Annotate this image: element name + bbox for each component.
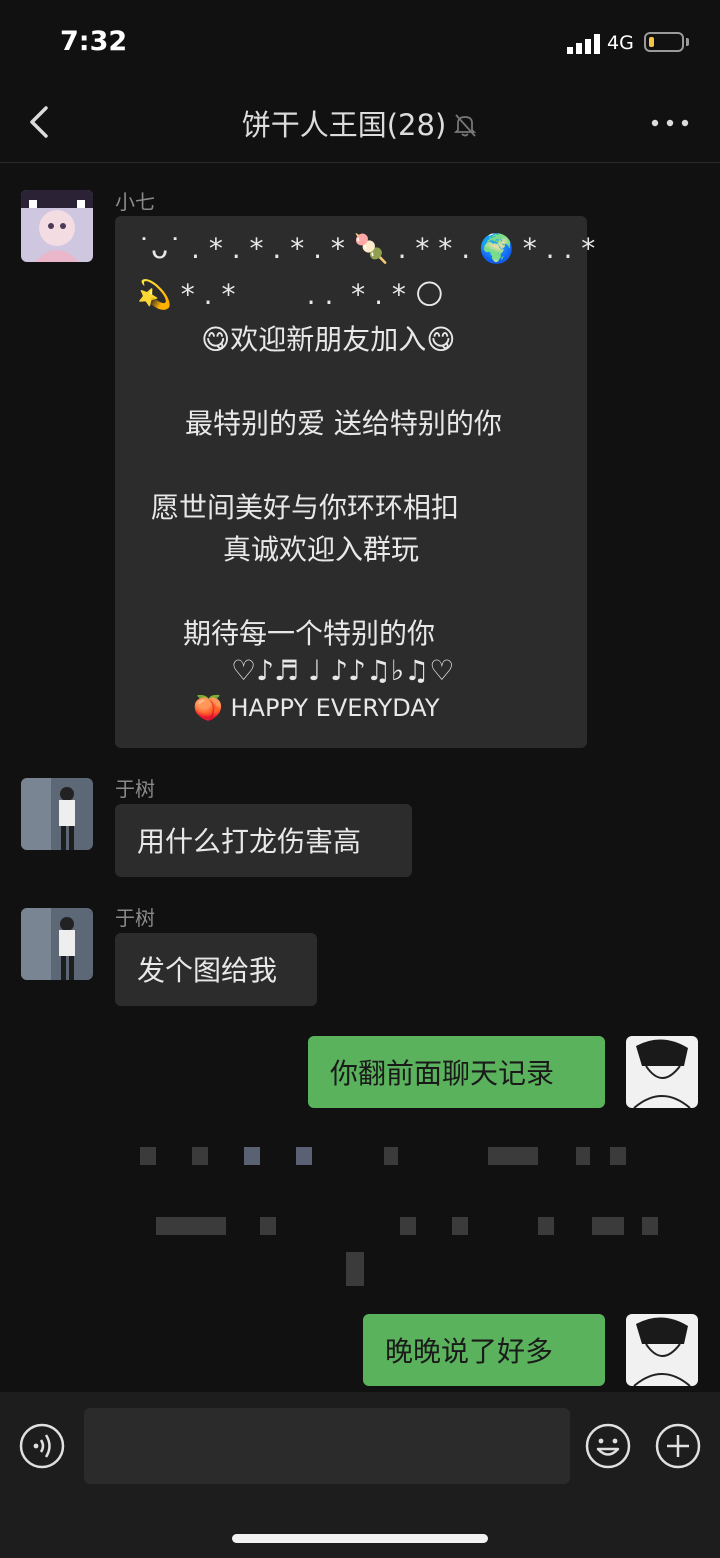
outgoing-message-bubble[interactable]: 你翻前面聊天记录 <box>308 1036 605 1108</box>
message-bubble[interactable]: 发个图给我 <box>115 933 317 1006</box>
avatar-xiaoqi[interactable] <box>21 190 93 262</box>
message-line: 真诚欢迎入群玩 <box>223 533 420 566</box>
emoji-icon[interactable] <box>584 1422 632 1470</box>
sender-name: 于树 <box>115 906 155 930</box>
blurred-content <box>346 1252 366 1286</box>
message-input[interactable] <box>84 1408 570 1484</box>
message-line: ˙ᴗ˙ . * . * . * . * 🍡 . * * . 🌍 * . . * <box>137 232 596 265</box>
message-line: 最特别的爱 送给特别的你 <box>185 407 502 440</box>
message-bubble[interactable]: 用什么打龙伤害高 <box>115 804 412 877</box>
status-bar: 7:32 4G <box>0 0 720 80</box>
avatar-me[interactable] <box>626 1036 698 1108</box>
welcome-message-bubble[interactable]: ˙ᴗ˙ . * . * . * . * 🍡 . * * . 🌍 * . . * … <box>115 216 595 748</box>
message-line: 🍑 HAPPY EVERYDAY <box>193 694 440 722</box>
plus-icon[interactable] <box>654 1422 702 1470</box>
voice-icon[interactable] <box>18 1422 66 1470</box>
home-indicator <box>232 1534 488 1543</box>
battery-icon <box>644 32 684 52</box>
message-line: 💫 * . * . . * . * 🌕 <box>137 278 444 311</box>
outgoing-message-bubble[interactable]: 晚晚说了好多 <box>363 1314 605 1386</box>
chat-title-text: 饼干人王国(28) <box>241 108 447 142</box>
mute-bell-icon <box>454 114 477 137</box>
signal-icon <box>567 34 600 54</box>
message-line: 😋欢迎新朋友加入😋 <box>201 323 456 356</box>
avatar-yushu[interactable] <box>21 778 93 850</box>
message-line: ♡♪♬ ♩ ♪♪♫♭♫♡ <box>231 654 455 687</box>
message-line: 期待每一个特别的你 <box>183 617 436 650</box>
status-time: 7:32 <box>60 26 128 57</box>
sender-name: 于树 <box>115 777 155 801</box>
message-line: 愿世间美好与你环环相扣 <box>151 491 460 524</box>
network-type: 4G <box>607 32 634 54</box>
battery-tip <box>686 38 689 46</box>
sender-name: 小七 <box>115 190 155 214</box>
chat-title: 饼干人王国(28) <box>0 102 720 144</box>
more-icon[interactable] <box>650 118 690 128</box>
avatar-me[interactable] <box>626 1314 698 1386</box>
blurred-content <box>104 1147 634 1165</box>
avatar-yushu[interactable] <box>21 908 93 980</box>
chat-header: 饼干人王国(28) <box>0 80 720 163</box>
blurred-content <box>156 1217 666 1235</box>
